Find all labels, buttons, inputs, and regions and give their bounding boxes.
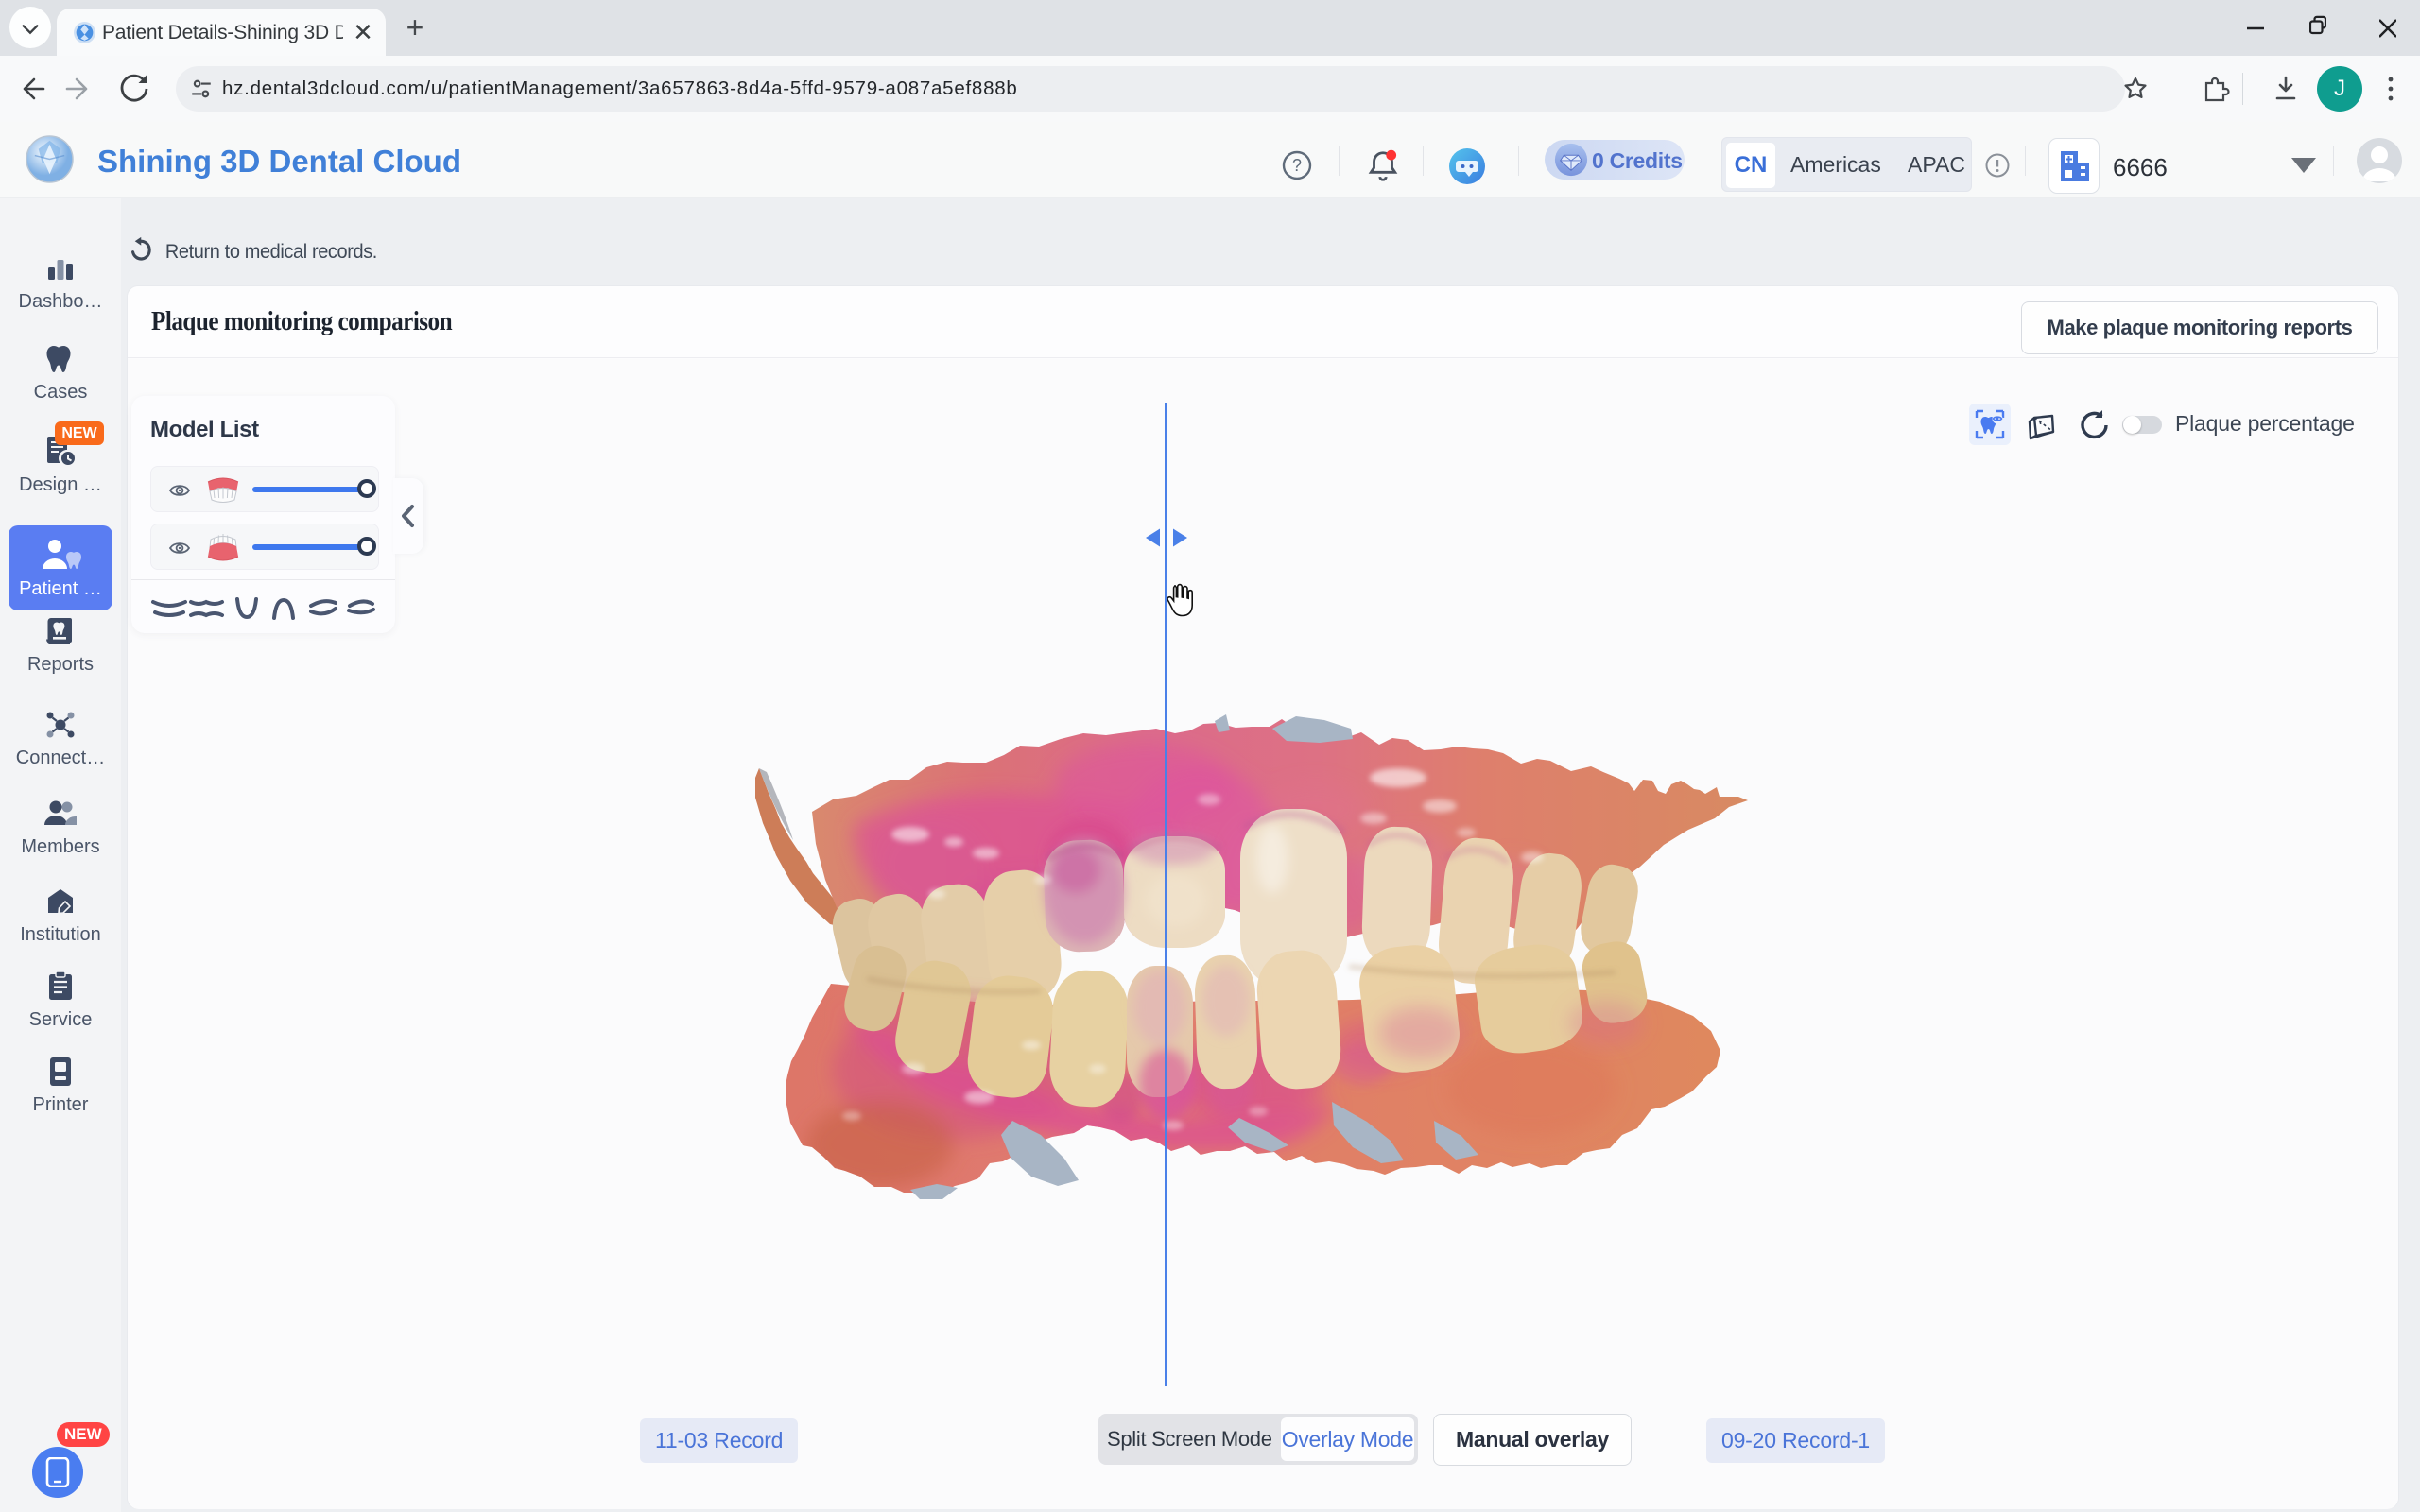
svg-text:?: ? (1292, 156, 1302, 175)
